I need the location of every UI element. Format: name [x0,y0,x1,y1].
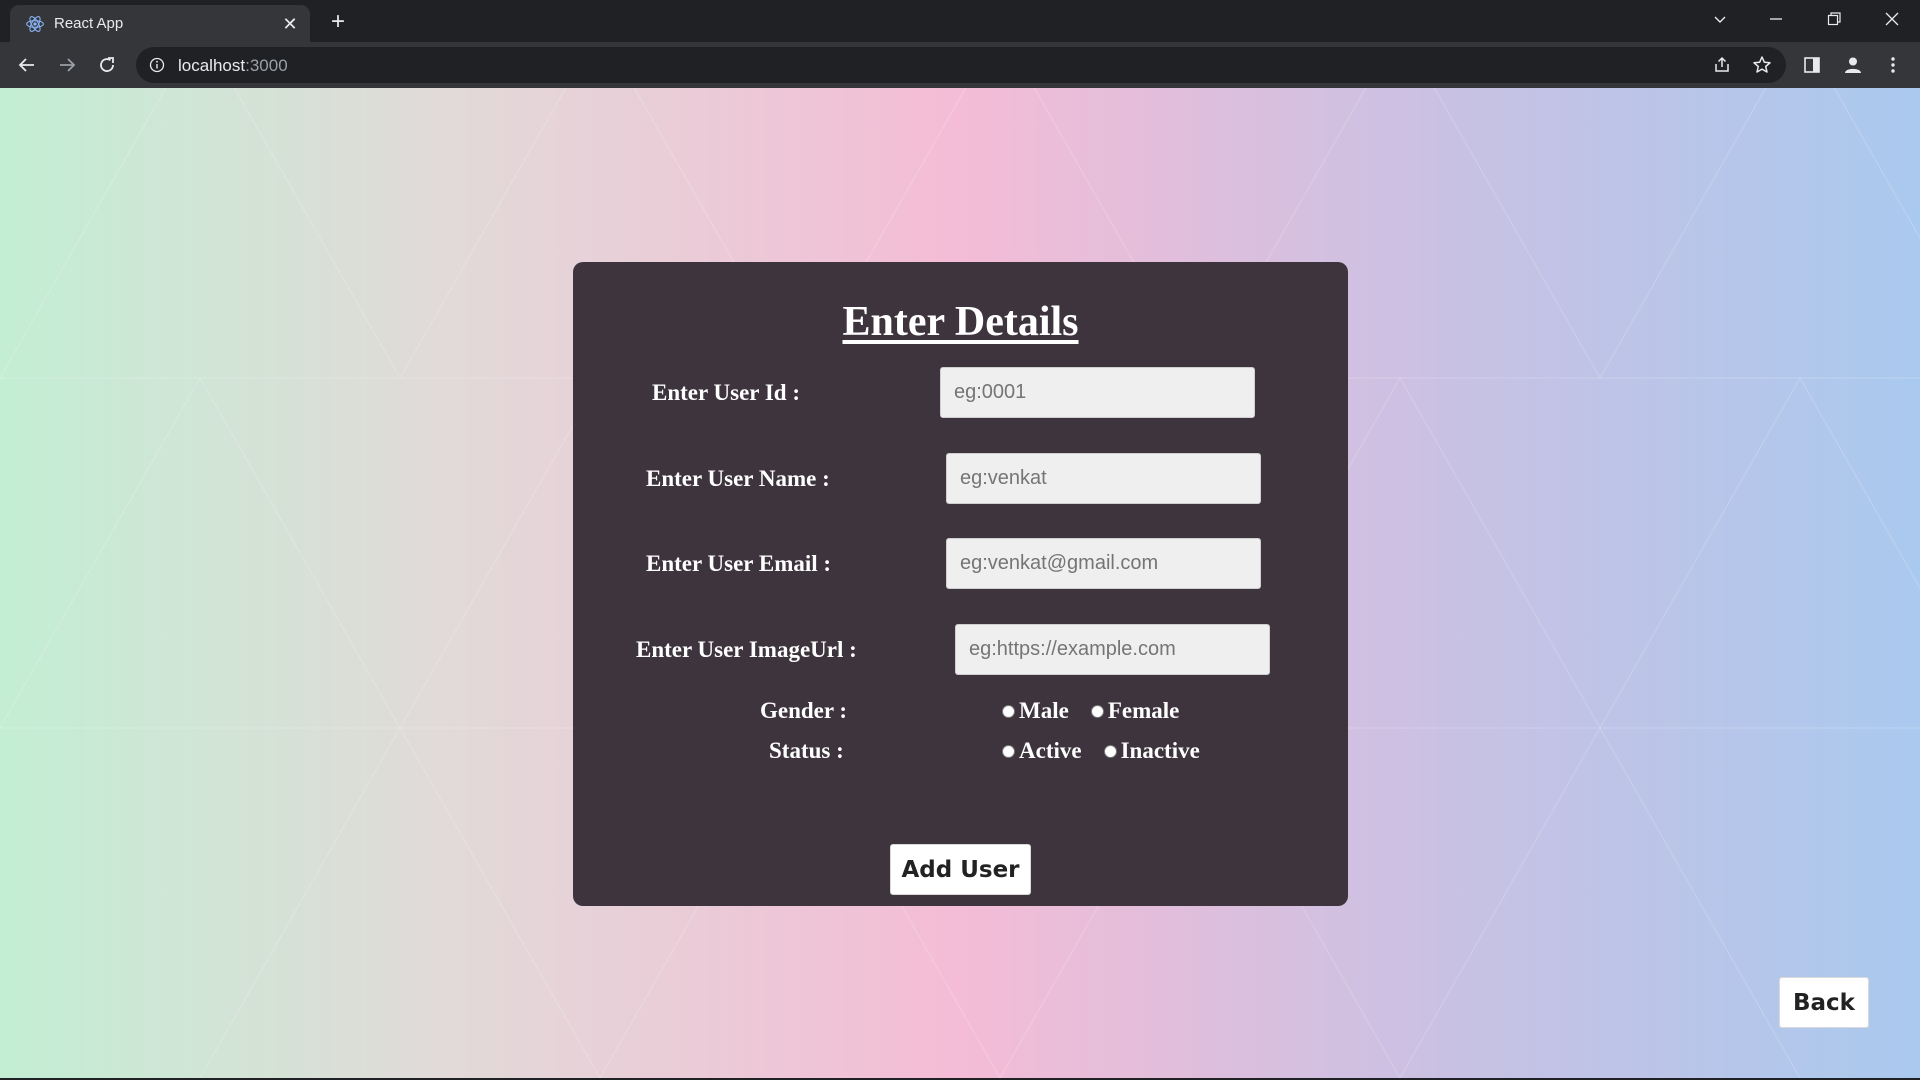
minimize-icon[interactable] [1748,0,1804,38]
window-close-icon[interactable] [1864,0,1920,38]
user-name-label: Enter User Name : [646,466,830,491]
form-title: Enter Details [842,299,1079,345]
side-panel-icon[interactable] [1796,49,1828,81]
back-arrow-icon[interactable] [11,49,43,81]
share-icon[interactable] [1708,51,1736,79]
gender-option-male[interactable]: Male [1002,698,1069,724]
url-text: localhost:3000 [178,56,288,76]
star-icon[interactable] [1748,51,1776,79]
browser-tab[interactable]: React App ✕ [10,5,310,42]
details-form-card: Enter Details Enter User Id : Enter User… [573,262,1348,906]
profile-icon[interactable] [1837,49,1869,81]
kebab-menu-icon[interactable] [1877,49,1909,81]
gender-option-label: Male [1019,698,1069,723]
url-host: localhost [178,56,246,75]
gender-option-label: Female [1107,698,1180,723]
plus-icon[interactable]: + [324,8,352,36]
chevron-down-icon[interactable] [1692,0,1748,38]
radio-button[interactable] [1103,744,1117,758]
status-option-inactive[interactable]: Inactive [1103,738,1200,764]
gender-option-female[interactable]: Female [1090,698,1180,724]
forward-arrow-icon[interactable] [51,49,83,81]
page-viewport: Enter Details Enter User Id : Enter User… [0,88,1920,1078]
react-favicon [26,16,44,32]
user-email-label: Enter User Email : [646,551,832,576]
radio-button[interactable] [1002,704,1015,718]
close-icon[interactable]: ✕ [278,12,302,36]
status-option-label: Active [1019,738,1082,763]
url-port: :3000 [245,56,288,75]
address-bar[interactable]: localhost:3000 [136,47,1786,83]
user-imageurl-input[interactable] [955,624,1270,675]
info-icon[interactable] [149,57,165,73]
user-id-label: Enter User Id : [652,380,801,405]
radio-button[interactable] [1090,704,1104,718]
back-button[interactable]: Back [1779,977,1869,1028]
tab-title: React App [54,15,124,32]
radio-button[interactable] [1002,744,1015,758]
browser-toolbar: localhost:3000 [0,42,1920,88]
status-option-active[interactable]: Active [1002,738,1082,764]
browser-tab-strip: React App ✕ + [0,0,1920,42]
restore-icon[interactable] [1806,0,1862,38]
user-name-input[interactable] [946,453,1261,504]
status-label: Status : [769,738,844,763]
status-option-label: Inactive [1120,738,1200,763]
gender-radio-group: Male Female [1002,698,1201,724]
reload-icon[interactable] [91,49,123,81]
user-imageurl-label: Enter User ImageUrl : [636,637,857,662]
gender-label: Gender : [760,698,848,723]
user-id-input[interactable] [940,367,1255,418]
add-user-button[interactable]: Add User [890,844,1031,895]
user-email-input[interactable] [946,538,1261,589]
status-radio-group: Active Inactive [1002,738,1222,764]
